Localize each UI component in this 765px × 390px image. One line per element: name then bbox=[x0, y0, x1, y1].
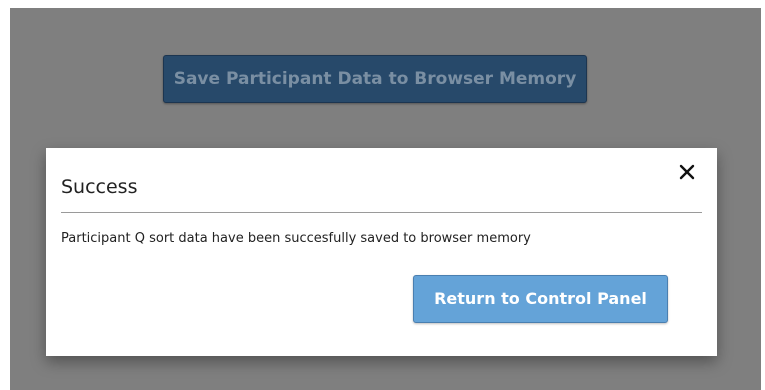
dialog-title: Success bbox=[61, 176, 138, 198]
close-icon[interactable] bbox=[677, 162, 697, 182]
dialog-divider bbox=[61, 212, 702, 213]
success-dialog: Success Participant Q sort data have bee… bbox=[46, 148, 717, 356]
dialog-message: Participant Q sort data have been succes… bbox=[61, 231, 531, 246]
return-to-control-panel-button[interactable]: Return to Control Panel bbox=[413, 275, 668, 323]
save-participant-data-button: Save Participant Data to Browser Memory bbox=[163, 55, 587, 103]
